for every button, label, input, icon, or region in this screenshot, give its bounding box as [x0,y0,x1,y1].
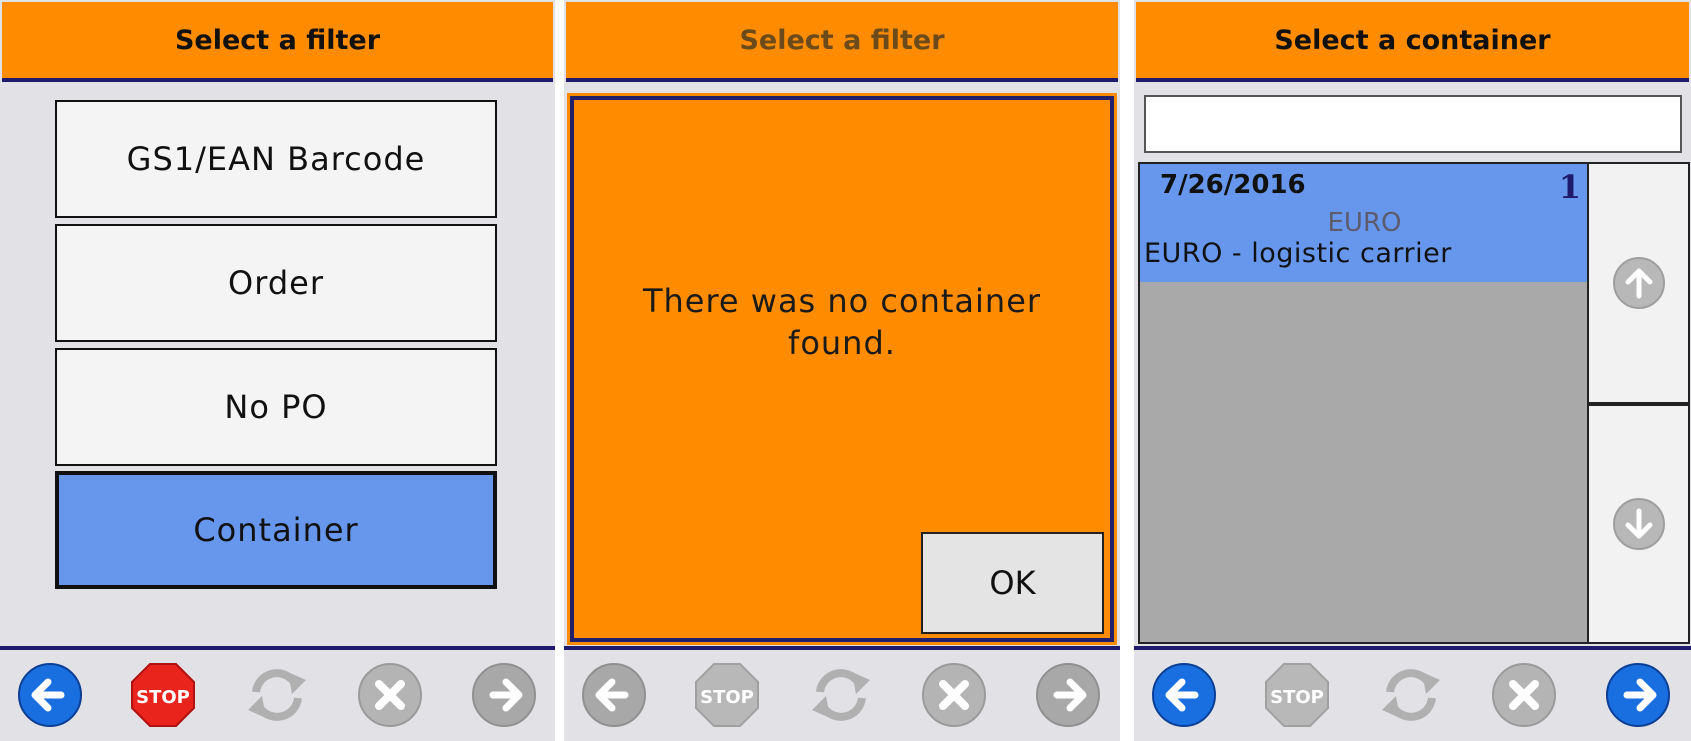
container-list: 7/26/2016 1 EURO EURO - logistic carrier [1138,162,1591,644]
refresh-button[interactable] [808,662,874,728]
cancel-button[interactable] [357,662,423,728]
scroll-up-icon [1612,257,1665,309]
scroll-down-button[interactable] [1587,404,1690,644]
cancel-button[interactable] [1491,662,1557,728]
item-count: 1 [1558,168,1581,206]
message-dialog: There was no container found. OK [567,93,1117,645]
stop-sign-icon: STOP [131,663,195,727]
refresh-button[interactable] [1378,662,1444,728]
footer-toolbar: STOP [1134,646,1691,741]
refresh-icon [812,669,870,721]
scroll-down-icon [1612,498,1665,550]
back-button[interactable] [581,662,647,728]
scroll-up-button[interactable] [1587,162,1690,404]
stop-label: STOP [700,687,754,708]
forward-arrow-icon [1036,663,1100,727]
order-button[interactable]: Order [55,224,497,342]
item-description: EURO - logistic carrier [1144,238,1452,269]
container-button[interactable]: Container [55,471,497,589]
search-input[interactable] [1144,95,1682,153]
cancel-button[interactable] [921,662,987,728]
gs1-ean-barcode-button[interactable]: GS1/EAN Barcode [55,100,497,218]
footer-toolbar: STOP [564,646,1120,741]
forward-button[interactable] [1605,662,1671,728]
forward-button[interactable] [471,662,537,728]
filter-screen: Select a filter GS1/EAN Barcode Order No… [0,0,555,741]
forward-button[interactable] [1035,662,1101,728]
screen-header: Select a container [1136,2,1689,82]
refresh-button[interactable] [244,662,310,728]
no-po-button[interactable]: No PO [55,348,497,466]
back-button[interactable] [17,662,83,728]
forward-arrow-icon [1606,663,1670,727]
refresh-icon [1382,669,1440,721]
stop-sign-icon: STOP [1265,663,1329,727]
back-button[interactable] [1151,662,1217,728]
screen-header: Select a filter [2,2,553,82]
forward-arrow-icon [472,663,536,727]
item-date: 7/26/2016 [1160,170,1306,200]
back-arrow-icon [582,663,646,727]
stop-label: STOP [136,687,190,708]
stop-button[interactable]: STOP [1264,662,1330,728]
cancel-icon [358,663,422,727]
stop-button[interactable]: STOP [694,662,760,728]
cancel-icon [1492,663,1556,727]
item-code: EURO [1327,208,1402,238]
back-arrow-icon [1152,663,1216,727]
no-container-dialog-screen: Select a filter There was no container f… [564,0,1120,741]
cancel-icon [922,663,986,727]
refresh-icon [248,669,306,721]
back-arrow-icon [18,663,82,727]
stop-sign-icon: STOP [695,663,759,727]
screen-header: Select a filter [566,2,1118,82]
ok-button[interactable]: OK [921,532,1104,634]
footer-toolbar: STOP [0,646,555,741]
stop-label: STOP [1270,687,1324,708]
stop-button[interactable]: STOP [130,662,196,728]
container-select-screen: Select a container 7/26/2016 1 EURO EURO… [1134,0,1691,741]
dialog-message: There was no container found. [642,282,1042,362]
list-item[interactable]: 7/26/2016 1 EURO EURO - logistic carrier [1140,164,1589,282]
